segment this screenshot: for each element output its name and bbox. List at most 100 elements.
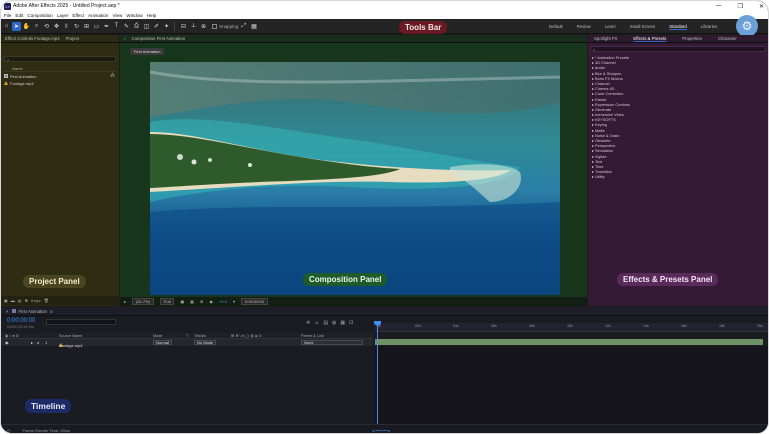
home-icon[interactable]: ⌂	[2, 22, 11, 31]
workspace-settings-icon[interactable]: ⚙	[736, 15, 758, 37]
menu-layer[interactable]: Layer	[57, 13, 69, 18]
timeline-ruler[interactable]: 0s 02s 04s 06s 08s 10s 12s 14s 16s 18s 20s	[375, 323, 768, 332]
tab-effects-presets[interactable]: Effects & Presets	[633, 36, 666, 41]
brush-tool-icon[interactable]: ✎	[122, 22, 131, 31]
menu-file[interactable]: File	[4, 13, 11, 18]
menu-help[interactable]: Help	[147, 13, 156, 18]
flowchart-icon[interactable]: ⁂	[110, 73, 115, 79]
trash-icon[interactable]: 🗑	[44, 298, 49, 303]
clone-stamp-tool-icon[interactable]: ⎙	[132, 22, 141, 31]
exposure-value[interactable]: +0.0	[219, 299, 227, 304]
column-mode[interactable]: Mode	[153, 334, 163, 338]
workspace-default[interactable]: Default	[549, 24, 563, 29]
zoom-tool-icon[interactable]: ⌕	[32, 22, 41, 31]
lock-icon[interactable]: ▫	[124, 36, 126, 41]
effects-search-input[interactable]: ⌕	[590, 46, 766, 52]
pen-tool-icon[interactable]: ✒	[102, 22, 111, 31]
pan-tool-icon[interactable]: ✥	[52, 22, 61, 31]
zoom-slider[interactable]: ◂ ━━○━━ ▸	[372, 428, 390, 433]
pan-behind-tool-icon[interactable]: ⊞	[82, 22, 91, 31]
grid-guides-icon[interactable]: ⊞	[200, 299, 203, 304]
frame-blending-icon[interactable]: ▤	[323, 320, 328, 326]
shy-icon[interactable]: ☺	[314, 320, 319, 326]
orbit-tool-icon[interactable]: ⟲	[42, 22, 51, 31]
composition-subtab[interactable]: First Animation	[130, 48, 165, 55]
workspace-small-screen[interactable]: Small Screen	[630, 24, 656, 29]
tab-spotlight-fx[interactable]: Spotlight FX	[594, 36, 617, 41]
project-item[interactable]: First Animation ⁂	[4, 73, 116, 79]
tab-project[interactable]: Project	[66, 36, 79, 41]
workspace-learn[interactable]: Learn	[605, 24, 616, 29]
chart-icon[interactable]: ⊡	[349, 320, 353, 326]
workspace-standard[interactable]: Standard	[669, 24, 686, 29]
magnification-select[interactable]: (51.7%)	[132, 298, 155, 305]
region-of-interest-icon[interactable]: ▣	[180, 299, 184, 304]
column-parent-link[interactable]: Parent & Link	[301, 334, 324, 338]
close-tab-icon[interactable]: ×	[6, 309, 9, 314]
axis-icon[interactable]: ⟂	[189, 22, 198, 31]
timeline-current-time[interactable]: 0:00:00:00	[7, 318, 35, 324]
tab-effect-controls[interactable]: Effect Controls Footage.mp4	[5, 36, 60, 41]
menu-view[interactable]: View	[112, 13, 122, 18]
always-preview-icon[interactable]: ▸	[124, 299, 126, 304]
menu-composition[interactable]: Composition	[27, 13, 53, 18]
menu-edit[interactable]: Edit	[15, 13, 23, 18]
rotate-tool-icon[interactable]: ↻	[72, 22, 81, 31]
new-folder-icon[interactable]: ▬	[11, 298, 15, 303]
tab-composition[interactable]: Composition First Animation	[132, 36, 186, 41]
timeline-search-input[interactable]	[46, 319, 116, 325]
type-tool-icon[interactable]: T	[112, 22, 121, 31]
minimize-icon[interactable]: —	[716, 3, 722, 9]
rectangle-tool-icon[interactable]: ▭	[92, 22, 101, 31]
column-t[interactable]: T	[186, 334, 188, 338]
eraser-tool-icon[interactable]: ◫	[142, 22, 151, 31]
render-time-icon[interactable]: ◴	[7, 428, 11, 433]
project-column-name[interactable]: Name	[4, 66, 116, 72]
current-time-display[interactable]: 0:00:00:00	[241, 298, 268, 305]
column-source-name[interactable]: Source Name	[59, 334, 82, 338]
draft-3d-icon[interactable]: ✲	[306, 320, 310, 326]
maximize-icon[interactable]: ❐	[738, 3, 743, 10]
project-search-input[interactable]: ⌕	[4, 56, 116, 62]
expand-arrow-icon[interactable]: ▸	[31, 340, 33, 345]
interpret-footage-icon[interactable]: ▣	[4, 298, 8, 303]
menu-animation[interactable]: Animation	[88, 13, 108, 18]
snapshot-icon[interactable]: ◉	[209, 299, 213, 304]
timeline-layer-row[interactable]: ◉ ▸ ■ 1 Footage.mp4 Normal No Matte None	[1, 339, 373, 348]
workspace-libraries[interactable]: Libraries	[701, 24, 717, 29]
dolly-tool-icon[interactable]: ⇳	[62, 22, 71, 31]
menu-window[interactable]: Window	[126, 13, 142, 18]
world-axis-icon[interactable]: ⊕	[199, 22, 208, 31]
workspace-review[interactable]: Review	[577, 24, 591, 29]
new-composition-icon[interactable]: ▤	[18, 298, 22, 303]
layer-duration-bar[interactable]	[375, 339, 763, 345]
tab-character[interactable]: Character	[718, 36, 737, 41]
tab-properties[interactable]: Properties	[682, 36, 702, 41]
bpc-toggle[interactable]: 8 bpc	[31, 298, 41, 303]
composition-viewer[interactable]	[150, 62, 560, 295]
motion-blur-icon[interactable]: ◍	[332, 320, 336, 326]
layer-parent-select[interactable]: None	[301, 340, 363, 345]
roto-brush-tool-icon[interactable]: ✐	[152, 22, 161, 31]
effects-category[interactable]: ▸ Utility	[590, 174, 766, 179]
tab-menu-icon[interactable]: ≡	[50, 309, 53, 314]
visibility-icon[interactable]: ◉	[5, 340, 9, 345]
snapping-toggle[interactable]: Snapping	[212, 23, 238, 29]
close-icon[interactable]: ✕	[759, 3, 764, 10]
snapping-checkbox[interactable]	[212, 23, 217, 29]
column-trkmat[interactable]: TrkMat	[194, 334, 206, 338]
tab-timeline-composition[interactable]: First Animation	[19, 309, 47, 314]
align-icon[interactable]: ⊟	[179, 22, 188, 31]
resolution-select[interactable]: Full	[160, 298, 175, 305]
transparency-grid-icon[interactable]: ▦	[190, 299, 194, 304]
puppet-tool-icon[interactable]: ✦	[162, 22, 171, 31]
camera-icon[interactable]: ⌖	[233, 299, 235, 304]
hand-tool-icon[interactable]: ✋	[22, 22, 31, 31]
project-item[interactable]: Footage.mp4	[4, 80, 116, 86]
graph-editor-icon[interactable]: ▦	[340, 320, 345, 326]
selection-tool-icon[interactable]: ➤	[12, 21, 21, 31]
label-color-swatch[interactable]: ■	[37, 340, 39, 345]
playhead[interactable]	[377, 321, 378, 424]
layer-mode-select[interactable]: Normal	[153, 340, 172, 345]
delete-icon[interactable]: ✖	[25, 298, 28, 303]
